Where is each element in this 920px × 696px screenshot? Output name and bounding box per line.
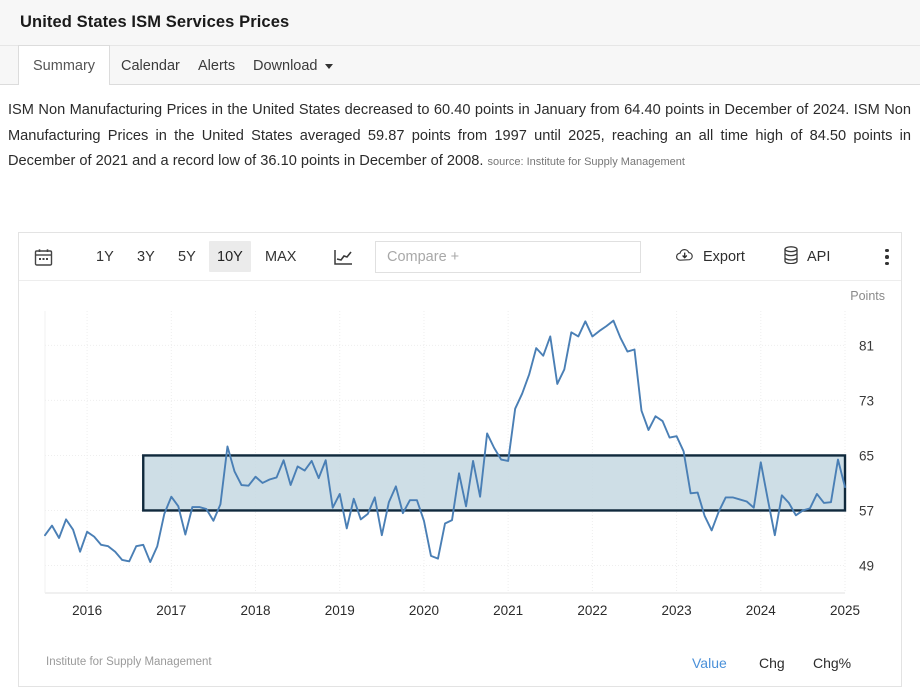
svg-text:65: 65 (859, 448, 874, 463)
api-button[interactable]: API (783, 243, 830, 271)
svg-text:49: 49 (859, 558, 874, 573)
footer-tab-chgpct[interactable]: Chg% (813, 655, 851, 671)
range-1y-label: 1Y (96, 248, 114, 265)
tab-download[interactable]: Download (239, 46, 347, 85)
range-max[interactable]: MAX (257, 241, 304, 272)
calendar-icon[interactable] (29, 243, 57, 271)
svg-text:2025: 2025 (830, 603, 860, 618)
tab-summary-label: Summary (33, 57, 96, 74)
search-input[interactable] (375, 241, 641, 273)
cloud-download-icon (675, 247, 695, 267)
svg-text:2019: 2019 (325, 603, 355, 618)
range-3y-label: 3Y (137, 248, 155, 265)
svg-text:2018: 2018 (241, 603, 271, 618)
tab-calendar-label: Calendar (121, 57, 180, 74)
export-button[interactable]: Export (675, 243, 745, 271)
chevron-down-icon (324, 64, 333, 69)
svg-text:2022: 2022 (577, 603, 607, 618)
tabstrip: Summary Calendar Alerts Download (0, 45, 920, 85)
page-title: United States ISM Services Prices (20, 13, 290, 31)
footer-tab-chg[interactable]: Chg (759, 655, 785, 671)
tab-alerts-label: Alerts (198, 57, 236, 74)
svg-text:57: 57 (859, 503, 874, 518)
line-chart-icon[interactable] (327, 245, 359, 269)
tab-calendar[interactable]: Calendar (107, 46, 194, 85)
chart-svg[interactable]: 81 73 65 57 49 2016 2017 2018 2019 2020 2021 2022 20… (19, 281, 901, 641)
chart-toolbar: 1Y 3Y 5Y 10Y MAX E (19, 233, 901, 281)
svg-text:2016: 2016 (72, 603, 102, 618)
description: ISM Non Manufacturing Prices in the Unit… (8, 98, 911, 176)
app-root: United States ISM Services Prices Summar… (0, 0, 920, 696)
svg-text:2020: 2020 (409, 603, 439, 618)
svg-text:2024: 2024 (746, 603, 777, 618)
range-max-label: MAX (265, 248, 297, 265)
database-icon (783, 246, 799, 268)
description-text: ISM Non Manufacturing Prices in the Unit… (8, 102, 911, 169)
vertical-dots-icon[interactable] (877, 245, 897, 269)
range-5y-label: 5Y (178, 248, 196, 265)
range-10y-label: 10Y (217, 248, 243, 265)
tab-download-label: Download (253, 57, 318, 74)
svg-text:81: 81 (859, 338, 874, 353)
chart-card: 1Y 3Y 5Y 10Y MAX E (18, 232, 902, 687)
plot-area: Points 81 73 65 57 49 2016 2017 2018 2019 2020 202… (19, 281, 901, 641)
chart-footer: Institute for Supply Management Value Ch… (19, 644, 901, 686)
chart-source-label: Institute for Supply Management (46, 656, 212, 668)
footer-tab-value[interactable]: Value (692, 655, 727, 671)
svg-text:73: 73 (859, 393, 874, 408)
svg-text:2021: 2021 (493, 603, 523, 618)
range-1y[interactable]: 1Y (88, 241, 122, 272)
svg-text:2017: 2017 (156, 603, 186, 618)
range-10y[interactable]: 10Y (209, 241, 251, 272)
svg-text:2023: 2023 (662, 603, 692, 618)
export-label: Export (703, 249, 745, 265)
api-label: API (807, 249, 831, 265)
range-3y[interactable]: 3Y (129, 241, 163, 272)
range-5y[interactable]: 5Y (170, 241, 204, 272)
tab-summary[interactable]: Summary (18, 45, 111, 85)
description-source: source: Institute for Supply Management (487, 156, 685, 168)
titlebar: United States ISM Services Prices (0, 0, 920, 46)
